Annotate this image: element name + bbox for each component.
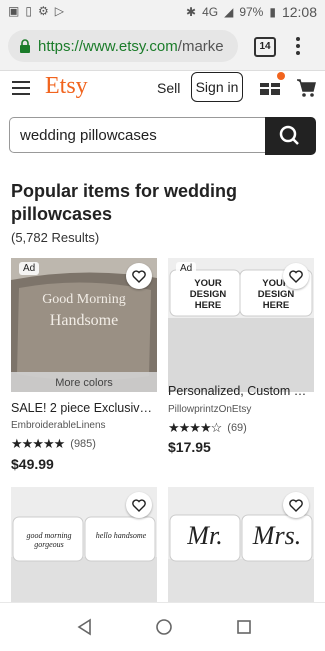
product-image[interactable]: Mr. Mrs. — [168, 487, 314, 603]
status-bar: ▣ ▯ ⚙ ▷ ✱ 4G ◢ 97% ▮ 12:08 — [0, 0, 325, 24]
product-title[interactable]: SALE! 2 piece Exclusive ... — [11, 401, 157, 415]
search-button[interactable] — [265, 117, 316, 155]
more-colors-label[interactable]: More colors — [11, 372, 157, 392]
heart-icon — [132, 498, 146, 512]
image-caption-right: Mrs. — [252, 521, 302, 550]
image-caption-bottom: Handsome — [49, 312, 119, 329]
sell-link[interactable]: Sell — [157, 80, 180, 96]
search-bar: wedding pillowcases — [9, 117, 316, 155]
heart-icon — [289, 498, 303, 512]
image-caption-left: YOUR DESIGN HERE — [189, 278, 227, 311]
battery-icon: ▮ — [269, 5, 276, 19]
product-title[interactable]: Personalized, Custom Pr... — [168, 384, 314, 398]
signal-icon: ◢ — [224, 5, 234, 19]
browser-toolbar: https://www.etsy.com/marke 14 — [0, 24, 325, 71]
favorite-button[interactable] — [283, 492, 309, 518]
lock-icon — [20, 39, 30, 53]
product-image[interactable]: good morning gorgeous hello handsome — [11, 487, 157, 603]
image-caption-right: hello handsome — [95, 531, 147, 540]
tab-switcher-button[interactable]: 14 — [254, 37, 276, 57]
url-bar[interactable]: https://www.etsy.com/marke — [8, 30, 238, 62]
product-image[interactable]: YOUR DESIGN HERE YOUR DESIGN HERE Ad — [168, 258, 314, 392]
etsy-logo[interactable]: Etsy — [45, 73, 88, 100]
phone-notification-icon: ▯ — [25, 4, 32, 18]
system-nav-bar — [0, 602, 325, 651]
heart-icon — [289, 269, 303, 283]
site-header: Etsy Sell Sign in — [0, 70, 325, 108]
home-icon[interactable] — [154, 617, 174, 637]
rating: ★★★★★ (985) — [11, 436, 96, 452]
back-icon[interactable] — [75, 617, 95, 637]
network-type: 4G — [202, 5, 219, 19]
recents-icon[interactable] — [234, 617, 254, 637]
url-text: https://www.etsy.com/marke — [38, 37, 224, 55]
review-count: (985) — [70, 438, 96, 450]
search-icon — [279, 125, 299, 145]
shop-name[interactable]: EmbroiderableLinens — [11, 420, 106, 431]
shop-name[interactable]: PillowprintzOnEtsy — [168, 404, 251, 415]
settings-notification-icon: ⚙ — [37, 4, 49, 18]
favorite-button[interactable] — [126, 492, 152, 518]
page-title: Popular items for wedding pillowcases — [11, 181, 238, 224]
notification-icons: ▣ ▯ ⚙ ▷ — [8, 4, 64, 18]
product-price: $17.95 — [168, 439, 211, 455]
star-rating-icon: ★★★★☆ — [168, 420, 222, 435]
favorite-button[interactable] — [283, 263, 309, 289]
gift-icon[interactable] — [259, 78, 281, 96]
rating: ★★★★☆ (69) — [168, 420, 247, 436]
heart-icon — [132, 269, 146, 283]
image-caption-left: good morning gorgeous — [26, 531, 72, 549]
overflow-menu-icon[interactable] — [293, 36, 303, 56]
star-rating-icon: ★★★★★ — [11, 436, 65, 451]
favorite-button[interactable] — [126, 263, 152, 289]
review-count: (69) — [227, 422, 247, 434]
cart-icon[interactable] — [296, 78, 316, 98]
search-input[interactable]: wedding pillowcases — [9, 117, 265, 153]
result-count: (5,782 Results) — [11, 230, 100, 245]
play-notification-icon: ▷ — [54, 4, 64, 18]
ad-badge: Ad — [176, 262, 197, 275]
ad-badge: Ad — [19, 262, 40, 275]
bluetooth-icon: ✱ — [186, 5, 197, 19]
battery-level: 97% — [239, 5, 264, 19]
menu-icon[interactable] — [12, 80, 30, 96]
product-image[interactable]: Good Morning Handsome Ad More colors — [11, 258, 157, 392]
image-caption-top: Good Morning — [42, 292, 126, 307]
product-price: $49.99 — [11, 456, 54, 472]
notification-dot — [277, 72, 285, 80]
system-icons: ✱ 4G ◢ 97% ▮ 12:08 — [186, 4, 317, 20]
image-caption-left: Mr. — [187, 521, 223, 550]
clock: 12:08 — [281, 4, 317, 20]
image-notification-icon: ▣ — [8, 4, 20, 18]
sign-in-button[interactable]: Sign in — [191, 72, 243, 102]
